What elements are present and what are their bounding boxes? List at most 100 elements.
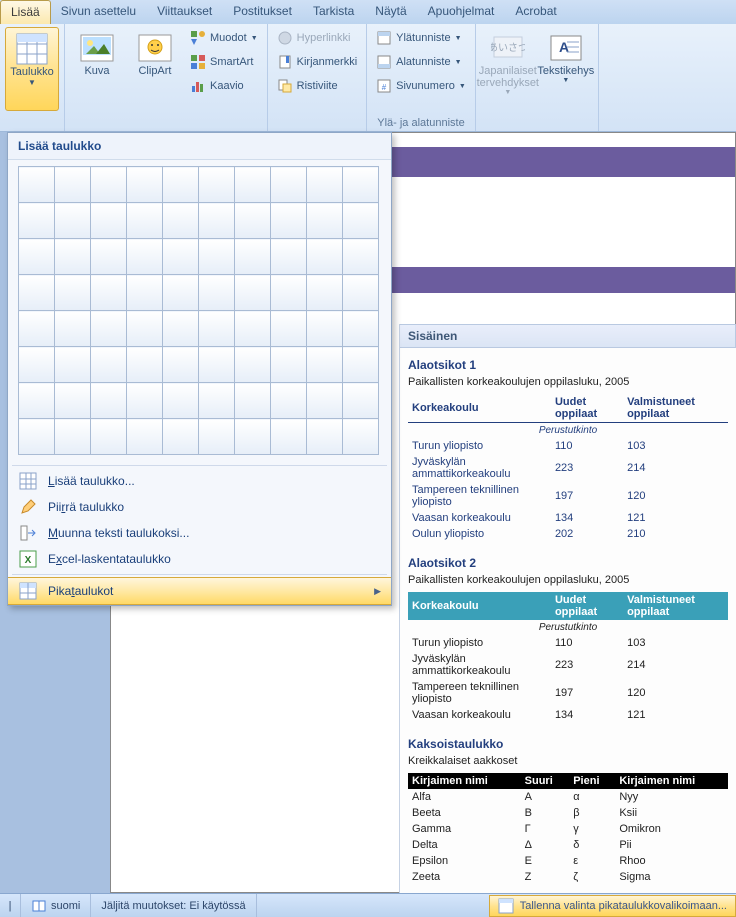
- grid-cell[interactable]: [127, 239, 163, 275]
- grid-cell[interactable]: [343, 239, 379, 275]
- grid-cell[interactable]: [127, 203, 163, 239]
- tab-mailings[interactable]: Postitukset: [223, 0, 303, 24]
- insert-table-item[interactable]: Lisää taulukko...: [8, 468, 391, 494]
- grid-cell[interactable]: [91, 311, 127, 347]
- status-track-changes[interactable]: Jäljitä muutokset: Ei käytössä: [91, 894, 256, 917]
- grid-cell[interactable]: [235, 239, 271, 275]
- tab-acrobat[interactable]: Acrobat: [505, 0, 567, 24]
- grid-cell[interactable]: [163, 347, 199, 383]
- bookmark-button[interactable]: Kirjanmerkki: [273, 51, 362, 73]
- table-size-grid[interactable]: [8, 160, 391, 463]
- status-language[interactable]: suomi: [21, 894, 91, 917]
- grid-cell[interactable]: [307, 275, 343, 311]
- grid-cell[interactable]: [307, 167, 343, 203]
- grid-cell[interactable]: [163, 239, 199, 275]
- grid-cell[interactable]: [55, 419, 91, 455]
- tab-review[interactable]: Tarkista: [303, 0, 365, 24]
- grid-cell[interactable]: [307, 239, 343, 275]
- hyperlink-button[interactable]: Hyperlinkki: [273, 27, 362, 49]
- grid-cell[interactable]: [91, 203, 127, 239]
- grid-cell[interactable]: [343, 311, 379, 347]
- clipart-button[interactable]: ClipArt: [128, 27, 182, 111]
- grid-cell[interactable]: [19, 275, 55, 311]
- grid-cell[interactable]: [19, 383, 55, 419]
- status-page[interactable]: |: [0, 894, 21, 917]
- grid-cell[interactable]: [235, 275, 271, 311]
- grid-cell[interactable]: [271, 275, 307, 311]
- textbox-button[interactable]: A Tekstikehys ▼: [539, 27, 593, 111]
- grid-cell[interactable]: [55, 347, 91, 383]
- grid-cell[interactable]: [307, 311, 343, 347]
- grid-cell[interactable]: [343, 167, 379, 203]
- grid-cell[interactable]: [235, 347, 271, 383]
- grid-cell[interactable]: [163, 311, 199, 347]
- grid-cell[interactable]: [19, 239, 55, 275]
- crossref-button[interactable]: Ristiviite: [273, 75, 362, 97]
- smartart-button[interactable]: SmartArt: [186, 51, 262, 73]
- grid-cell[interactable]: [271, 311, 307, 347]
- header-button[interactable]: Ylätunniste ▼: [372, 27, 470, 49]
- grid-cell[interactable]: [127, 347, 163, 383]
- grid-cell[interactable]: [235, 167, 271, 203]
- grid-cell[interactable]: [199, 239, 235, 275]
- grid-cell[interactable]: [19, 311, 55, 347]
- tab-insert[interactable]: Lisää: [0, 0, 51, 24]
- pagenumber-button[interactable]: # Sivunumero ▼: [372, 75, 470, 97]
- excel-table-item[interactable]: X Excel-laskentataulukko: [8, 546, 391, 572]
- grid-cell[interactable]: [91, 383, 127, 419]
- grid-cell[interactable]: [271, 239, 307, 275]
- grid-cell[interactable]: [271, 203, 307, 239]
- tab-references[interactable]: Viittaukset: [147, 0, 223, 24]
- grid-cell[interactable]: [343, 419, 379, 455]
- gallery-item-double-table[interactable]: Kaksoistaulukko Kreikkalaiset aakkoset K…: [400, 727, 736, 889]
- grid-cell[interactable]: [343, 275, 379, 311]
- grid-cell[interactable]: [235, 419, 271, 455]
- grid-cell[interactable]: [163, 383, 199, 419]
- grid-cell[interactable]: [271, 383, 307, 419]
- grid-cell[interactable]: [343, 203, 379, 239]
- grid-cell[interactable]: [199, 383, 235, 419]
- grid-cell[interactable]: [55, 311, 91, 347]
- grid-cell[interactable]: [163, 419, 199, 455]
- shapes-button[interactable]: Muodot ▼: [186, 27, 262, 49]
- grid-cell[interactable]: [163, 203, 199, 239]
- grid-cell[interactable]: [19, 203, 55, 239]
- grid-cell[interactable]: [271, 419, 307, 455]
- grid-cell[interactable]: [163, 167, 199, 203]
- grid-cell[interactable]: [127, 275, 163, 311]
- save-selection-button[interactable]: Tallenna valinta pikataulukkovalikoimaan…: [489, 895, 736, 917]
- grid-cell[interactable]: [127, 419, 163, 455]
- grid-cell[interactable]: [19, 347, 55, 383]
- grid-cell[interactable]: [199, 419, 235, 455]
- convert-text-item[interactable]: Muunna teksti taulukoksi...: [8, 520, 391, 546]
- grid-cell[interactable]: [307, 347, 343, 383]
- grid-cell[interactable]: [343, 347, 379, 383]
- quick-tables-item[interactable]: Pikataulukot ▶: [8, 577, 391, 605]
- grid-cell[interactable]: [307, 203, 343, 239]
- grid-cell[interactable]: [19, 419, 55, 455]
- tab-view[interactable]: Näytä: [365, 0, 417, 24]
- grid-cell[interactable]: [343, 383, 379, 419]
- grid-cell[interactable]: [127, 311, 163, 347]
- grid-cell[interactable]: [91, 419, 127, 455]
- grid-cell[interactable]: [91, 239, 127, 275]
- grid-cell[interactable]: [91, 347, 127, 383]
- chart-button[interactable]: Kaavio: [186, 75, 262, 97]
- footer-button[interactable]: Alatunniste ▼: [372, 51, 470, 73]
- table-button[interactable]: Taulukko ▼: [5, 27, 59, 111]
- gallery-item-subheadings1[interactable]: Alaotsikot 1 Paikallisten korkeakoulujen…: [400, 348, 736, 546]
- grid-cell[interactable]: [307, 383, 343, 419]
- grid-cell[interactable]: [91, 167, 127, 203]
- grid-cell[interactable]: [91, 275, 127, 311]
- grid-cell[interactable]: [271, 167, 307, 203]
- grid-cell[interactable]: [199, 275, 235, 311]
- grid-cell[interactable]: [307, 419, 343, 455]
- grid-cell[interactable]: [235, 203, 271, 239]
- grid-cell[interactable]: [55, 167, 91, 203]
- tab-page-layout[interactable]: Sivun asettelu: [51, 0, 147, 24]
- grid-cell[interactable]: [235, 383, 271, 419]
- grid-cell[interactable]: [235, 311, 271, 347]
- grid-cell[interactable]: [199, 347, 235, 383]
- grid-cell[interactable]: [199, 311, 235, 347]
- japanese-greetings-button[interactable]: あいさつ Japanilaiset tervehdykset ▼: [481, 27, 535, 111]
